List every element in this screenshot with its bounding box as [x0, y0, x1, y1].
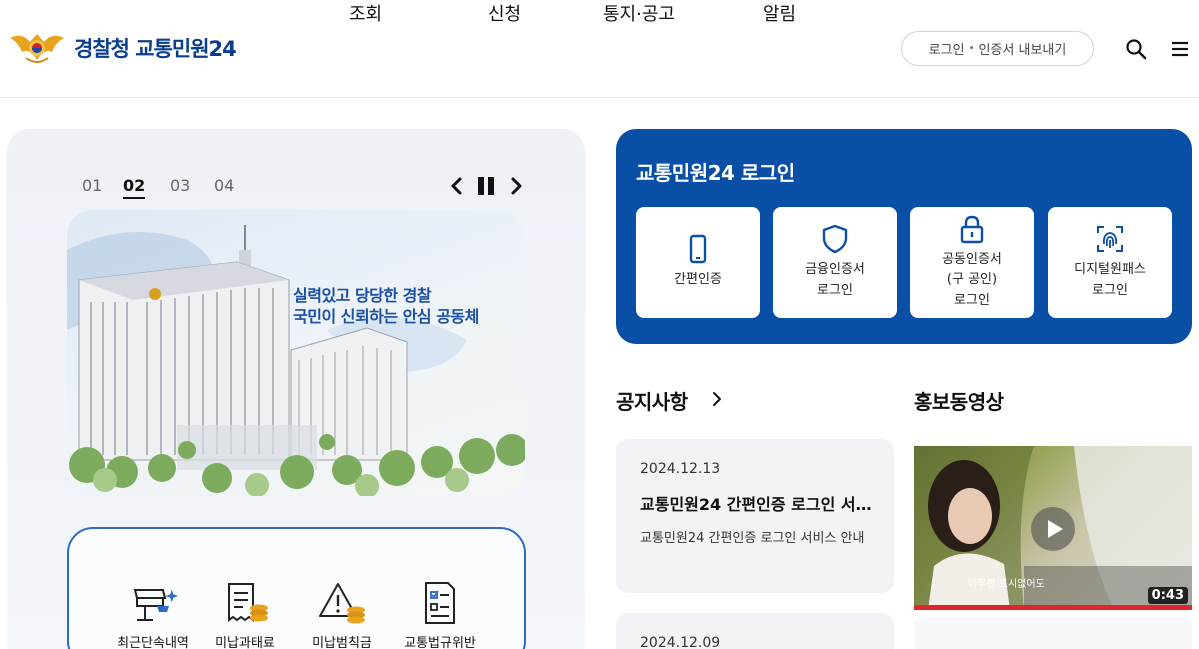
quick-item-traffic-violation[interactable]: 교통법규위반 — [395, 580, 485, 649]
promo-video[interactable]: 아무런 표시없어도 0:43 — [914, 446, 1192, 610]
slide-number-2[interactable]: 02 — [123, 176, 146, 199]
prev-slide-icon[interactable] — [446, 175, 468, 197]
video-caption: 아무런 표시없어도 — [968, 579, 1045, 590]
quick-label: 미납범칙금 — [312, 636, 372, 649]
checklist-icon — [425, 582, 455, 624]
digital-onepass-login-button[interactable]: 디지털원패스 로그인 — [1048, 207, 1172, 318]
login-pill: 로그인 • 인증서 내보내기 — [901, 31, 1094, 66]
login-link[interactable]: 로그인 — [929, 39, 965, 58]
auth-label: 디지털원패스 로그인 — [1074, 262, 1146, 298]
joint-cert-login-button[interactable]: 공동인증서 (구 공인) 로그인 — [910, 207, 1034, 318]
notice-summary: 교통민원24 간편인증 로그인 서비스 안내 — [640, 531, 865, 546]
nav-item-alerts[interactable]: 알림 — [763, 0, 796, 26]
police-emblem-icon — [10, 34, 64, 63]
fingerprint-icon — [1097, 226, 1123, 253]
notice-card[interactable]: 2024.12.09 — [616, 613, 894, 649]
auth-label: 간편인증 — [674, 272, 722, 288]
shield-icon — [822, 225, 848, 254]
slide-number-1[interactable]: 01 — [82, 176, 102, 195]
promo-video-title: 홍보동영상 — [914, 390, 1004, 414]
logo-text: 경찰청 교통민원24 — [74, 37, 237, 61]
quick-item-unpaid-penalties[interactable]: 미납범칙금 — [297, 580, 387, 649]
video-progress-bar — [914, 605, 1192, 610]
menu-icon[interactable] — [1169, 38, 1191, 60]
slide-number-3[interactable]: 03 — [170, 176, 190, 195]
lock-icon — [960, 216, 984, 244]
quick-label: 최근단속내역 — [117, 636, 189, 649]
camera-icon — [133, 589, 179, 621]
login-title: 교통민원24 로그인 — [636, 161, 795, 185]
chevron-right-icon[interactable] — [708, 390, 726, 408]
video-duration: 0:43 — [1147, 587, 1188, 604]
notice-title: 교통민원24 간편인증 로그인 서비스 안내 — [640, 495, 872, 514]
main-banner[interactable]: 실력있고 당당한 경찰 국민이 신뢰하는 안심 공동체 — [67, 210, 525, 496]
warning-coins-icon — [319, 583, 365, 624]
banner-slogan-line-2: 국민이 신뢰하는 안심 공동체 — [293, 307, 479, 326]
mobile-icon — [689, 235, 707, 264]
nav-item-notice-announce[interactable]: 통지·공고 — [603, 0, 675, 26]
quick-label: 교통법규위반 — [404, 636, 476, 649]
play-icon[interactable] — [1031, 507, 1075, 551]
quick-item-recent-enforcement[interactable]: 최근단속내역 — [108, 580, 198, 649]
video-info-area — [914, 618, 1192, 649]
quick-label: 미납과태료 — [215, 636, 275, 649]
nav-item-inquiry[interactable]: 조회 — [349, 0, 382, 26]
quick-item-unpaid-fines[interactable]: 미납과태료 — [200, 580, 290, 649]
police-building-illustration — [67, 225, 525, 496]
slide-number-4[interactable]: 04 — [214, 176, 234, 195]
auth-label: 금융인증서 로그인 — [805, 262, 865, 298]
search-icon[interactable] — [1125, 38, 1147, 60]
notice-section-title[interactable]: 공지사항 — [616, 386, 688, 415]
site-logo[interactable]: 경찰청 교통민원24 — [8, 28, 237, 68]
notice-card[interactable]: 2024.12.13 교통민원24 간편인증 로그인 서비스 안내 교통민원24… — [616, 439, 894, 593]
financial-cert-login-button[interactable]: 금융인증서 로그인 — [773, 207, 897, 318]
receipt-coins-icon — [228, 583, 268, 622]
cert-export-link[interactable]: 인증서 내보내기 — [978, 39, 1066, 58]
notice-date: 2024.12.09 — [640, 635, 721, 649]
nav-item-apply[interactable]: 신청 — [488, 0, 521, 26]
auth-label: 공동인증서 (구 공인) 로그인 — [942, 252, 1002, 308]
next-slide-icon[interactable] — [505, 175, 527, 197]
simple-auth-button[interactable]: 간편인증 — [636, 207, 760, 318]
site-header: 경찰청 교통민원24 조회 신청 통지·공고 알림 로그인 • 인증서 내보내기 — [0, 0, 1199, 98]
separator-dot: • — [968, 43, 975, 54]
pause-icon[interactable] — [475, 175, 497, 197]
notice-date: 2024.12.13 — [640, 461, 721, 477]
